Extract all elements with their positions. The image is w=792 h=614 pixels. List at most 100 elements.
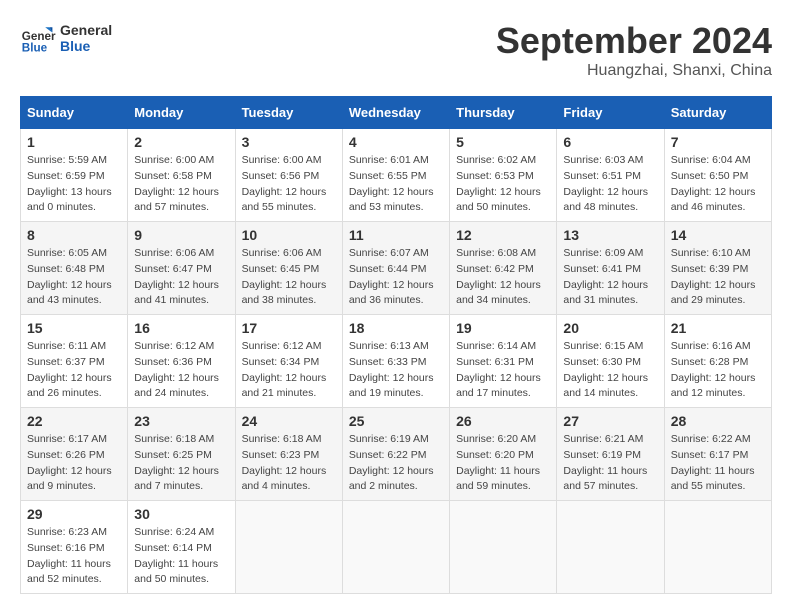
calendar-cell: 13 Sunrise: 6:09 AM Sunset: 6:41 PM Dayli… [557, 222, 664, 315]
calendar-cell: 4 Sunrise: 6:01 AM Sunset: 6:55 PM Daylig… [342, 129, 449, 222]
day-number: 10 [242, 227, 336, 243]
calendar-cell: 20 Sunrise: 6:15 AM Sunset: 6:30 PM Dayli… [557, 315, 664, 408]
day-info: Sunrise: 6:02 AM Sunset: 6:53 PM Dayligh… [456, 153, 550, 216]
calendar-cell: 24Sunrise: 6:18 AM Sunset: 6:23 PM Dayli… [235, 408, 342, 501]
day-info: Sunrise: 6:21 AM Sunset: 6:19 PM Dayligh… [563, 432, 657, 495]
weekday-header-saturday: Saturday [664, 97, 771, 129]
day-number: 1 [27, 134, 121, 150]
calendar-cell: 19 Sunrise: 6:14 AM Sunset: 6:31 PM Dayli… [450, 315, 557, 408]
day-number: 2 [134, 134, 228, 150]
calendar-cell [342, 501, 449, 594]
day-number: 19 [456, 320, 550, 336]
weekday-header-friday: Friday [557, 97, 664, 129]
day-info: Sunrise: 6:03 AM Sunset: 6:51 PM Dayligh… [563, 153, 657, 216]
calendar-cell: 22 Sunrise: 6:17 AM Sunset: 6:26 PM Dayli… [21, 408, 128, 501]
day-info: Sunrise: 6:11 AM Sunset: 6:37 PM Dayligh… [27, 339, 121, 402]
day-number: 27 [563, 413, 657, 429]
day-info: Sunrise: 6:07 AM Sunset: 6:44 PM Dayligh… [349, 246, 443, 309]
calendar-cell: 17 Sunrise: 6:12 AM Sunset: 6:34 PM Dayli… [235, 315, 342, 408]
day-number: 18 [349, 320, 443, 336]
day-info: Sunrise: 6:24 AM Sunset: 6:14 PM Dayligh… [134, 525, 228, 588]
day-info: Sunrise: 6:08 AM Sunset: 6:42 PM Dayligh… [456, 246, 550, 309]
weekday-header-row: SundayMondayTuesdayWednesdayThursdayFrid… [21, 97, 772, 129]
day-info: Sunrise: 6:15 AM Sunset: 6:30 PM Dayligh… [563, 339, 657, 402]
calendar-cell: 12Sunrise: 6:08 AM Sunset: 6:42 PM Dayli… [450, 222, 557, 315]
calendar-cell: 5 Sunrise: 6:02 AM Sunset: 6:53 PM Daylig… [450, 129, 557, 222]
day-number: 6 [563, 134, 657, 150]
calendar-cell: 29 Sunrise: 6:23 AM Sunset: 6:16 PM Dayli… [21, 501, 128, 594]
week-row-4: 22 Sunrise: 6:17 AM Sunset: 6:26 PM Dayli… [21, 408, 772, 501]
calendar-cell: 6 Sunrise: 6:03 AM Sunset: 6:51 PM Daylig… [557, 129, 664, 222]
calendar-cell: 30 Sunrise: 6:24 AM Sunset: 6:14 PM Dayli… [128, 501, 235, 594]
day-info: Sunrise: 6:13 AM Sunset: 6:33 PM Dayligh… [349, 339, 443, 402]
calendar-cell: 28 Sunrise: 6:22 AM Sunset: 6:17 PM Dayli… [664, 408, 771, 501]
day-number: 17 [242, 320, 336, 336]
day-info: Sunrise: 6:12 AM Sunset: 6:34 PM Dayligh… [242, 339, 336, 402]
logo-icon: General Blue [20, 20, 56, 56]
calendar-cell: 7Sunrise: 6:04 AM Sunset: 6:50 PM Daylig… [664, 129, 771, 222]
day-number: 9 [134, 227, 228, 243]
day-info: Sunrise: 6:23 AM Sunset: 6:16 PM Dayligh… [27, 525, 121, 588]
calendar-cell [557, 501, 664, 594]
logo: General Blue General Blue [20, 20, 112, 56]
day-number: 20 [563, 320, 657, 336]
logo-blue: Blue [60, 38, 112, 54]
day-info: Sunrise: 6:22 AM Sunset: 6:17 PM Dayligh… [671, 432, 765, 495]
page-header: General Blue General Blue September 2024… [20, 20, 772, 80]
day-number: 7 [671, 134, 765, 150]
calendar-cell: 23Sunrise: 6:18 AM Sunset: 6:25 PM Dayli… [128, 408, 235, 501]
day-info: Sunrise: 6:01 AM Sunset: 6:55 PM Dayligh… [349, 153, 443, 216]
day-number: 25 [349, 413, 443, 429]
logo-general: General [60, 22, 112, 38]
calendar-cell: 18 Sunrise: 6:13 AM Sunset: 6:33 PM Dayli… [342, 315, 449, 408]
month-title: September 2024 [496, 20, 772, 62]
day-info: Sunrise: 6:06 AM Sunset: 6:45 PM Dayligh… [242, 246, 336, 309]
day-number: 13 [563, 227, 657, 243]
day-info: Sunrise: 6:05 AM Sunset: 6:48 PM Dayligh… [27, 246, 121, 309]
day-info: Sunrise: 6:00 AM Sunset: 6:56 PM Dayligh… [242, 153, 336, 216]
day-info: Sunrise: 6:09 AM Sunset: 6:41 PM Dayligh… [563, 246, 657, 309]
calendar-cell: 26Sunrise: 6:20 AM Sunset: 6:20 PM Dayli… [450, 408, 557, 501]
calendar-cell: 2 Sunrise: 6:00 AM Sunset: 6:58 PM Daylig… [128, 129, 235, 222]
calendar-cell: 11 Sunrise: 6:07 AM Sunset: 6:44 PM Dayli… [342, 222, 449, 315]
location-subtitle: Huangzhai, Shanxi, China [496, 62, 772, 80]
calendar-cell: 3 Sunrise: 6:00 AM Sunset: 6:56 PM Daylig… [235, 129, 342, 222]
day-info: Sunrise: 6:00 AM Sunset: 6:58 PM Dayligh… [134, 153, 228, 216]
day-number: 4 [349, 134, 443, 150]
day-info: Sunrise: 6:20 AM Sunset: 6:20 PM Dayligh… [456, 432, 550, 495]
svg-text:Blue: Blue [22, 42, 48, 55]
day-number: 5 [456, 134, 550, 150]
day-info: Sunrise: 6:06 AM Sunset: 6:47 PM Dayligh… [134, 246, 228, 309]
calendar-cell: 25 Sunrise: 6:19 AM Sunset: 6:22 PM Dayli… [342, 408, 449, 501]
day-info: Sunrise: 6:12 AM Sunset: 6:36 PM Dayligh… [134, 339, 228, 402]
calendar-cell [235, 501, 342, 594]
day-number: 23 [134, 413, 228, 429]
title-block: September 2024 Huangzhai, Shanxi, China [496, 20, 772, 80]
week-row-1: 1 Sunrise: 5:59 AM Sunset: 6:59 PM Daylig… [21, 129, 772, 222]
day-info: Sunrise: 6:19 AM Sunset: 6:22 PM Dayligh… [349, 432, 443, 495]
day-number: 22 [27, 413, 121, 429]
day-number: 11 [349, 227, 443, 243]
day-info: Sunrise: 6:10 AM Sunset: 6:39 PM Dayligh… [671, 246, 765, 309]
day-number: 8 [27, 227, 121, 243]
day-info: Sunrise: 6:18 AM Sunset: 6:23 PM Dayligh… [242, 432, 336, 495]
day-number: 30 [134, 506, 228, 522]
calendar-cell: 14Sunrise: 6:10 AM Sunset: 6:39 PM Dayli… [664, 222, 771, 315]
calendar-cell: 1 Sunrise: 5:59 AM Sunset: 6:59 PM Daylig… [21, 129, 128, 222]
calendar-cell: 16 Sunrise: 6:12 AM Sunset: 6:36 PM Dayli… [128, 315, 235, 408]
day-number: 28 [671, 413, 765, 429]
day-info: Sunrise: 5:59 AM Sunset: 6:59 PM Dayligh… [27, 153, 121, 216]
calendar-cell [450, 501, 557, 594]
day-number: 29 [27, 506, 121, 522]
day-number: 16 [134, 320, 228, 336]
weekday-header-sunday: Sunday [21, 97, 128, 129]
day-number: 3 [242, 134, 336, 150]
day-info: Sunrise: 6:14 AM Sunset: 6:31 PM Dayligh… [456, 339, 550, 402]
day-number: 21 [671, 320, 765, 336]
calendar-cell: 27 Sunrise: 6:21 AM Sunset: 6:19 PM Dayli… [557, 408, 664, 501]
weekday-header-wednesday: Wednesday [342, 97, 449, 129]
week-row-3: 15Sunrise: 6:11 AM Sunset: 6:37 PM Dayli… [21, 315, 772, 408]
weekday-header-thursday: Thursday [450, 97, 557, 129]
weekday-header-monday: Monday [128, 97, 235, 129]
day-info: Sunrise: 6:17 AM Sunset: 6:26 PM Dayligh… [27, 432, 121, 495]
